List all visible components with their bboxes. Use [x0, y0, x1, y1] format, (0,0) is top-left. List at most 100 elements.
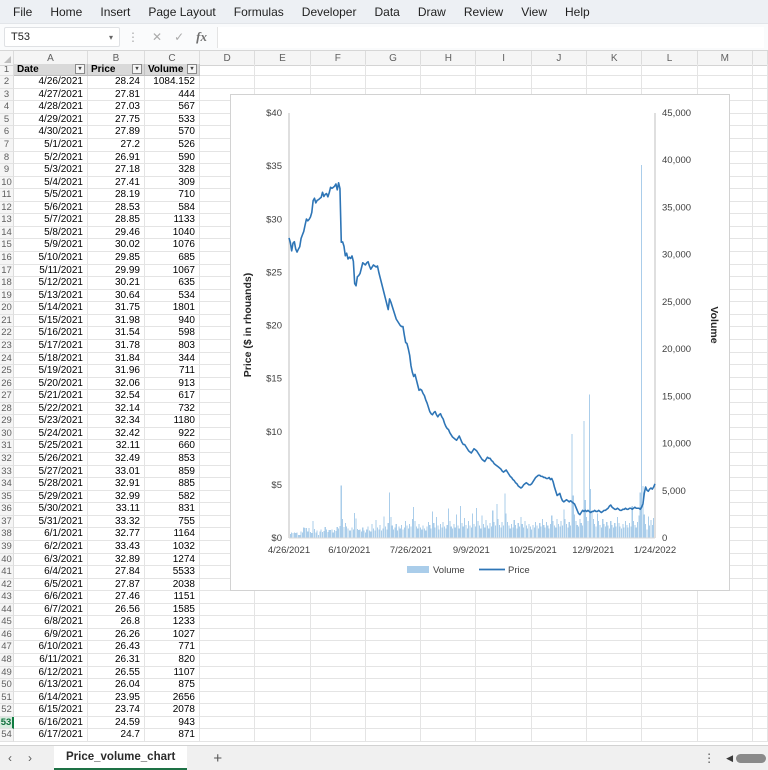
- cell-price[interactable]: 31.84: [88, 352, 145, 366]
- cell-date[interactable]: 6/3/2021: [14, 553, 88, 567]
- cell[interactable]: [587, 76, 643, 89]
- cell[interactable]: [697, 691, 753, 705]
- menu-item-home[interactable]: Home: [41, 0, 91, 24]
- cell[interactable]: [752, 289, 768, 303]
- cell[interactable]: [200, 63, 256, 77]
- prev-sheet-icon[interactable]: ‹: [0, 751, 20, 765]
- cell-volume[interactable]: 1084.152: [145, 76, 200, 89]
- cell-volume[interactable]: 685: [145, 252, 200, 265]
- cell-volume[interactable]: 2078: [145, 704, 200, 717]
- cell[interactable]: [752, 302, 768, 315]
- cell[interactable]: [476, 603, 532, 617]
- cell-price[interactable]: 31.98: [88, 314, 145, 328]
- cell[interactable]: [752, 252, 768, 265]
- cell[interactable]: [200, 666, 256, 680]
- row-header-8[interactable]: 8: [0, 151, 14, 165]
- cell[interactable]: [310, 603, 366, 617]
- cell-date[interactable]: 5/8/2021: [14, 226, 88, 240]
- cell[interactable]: [752, 503, 768, 516]
- cell-volume[interactable]: 940: [145, 314, 200, 328]
- cell-date[interactable]: 6/15/2021: [14, 704, 88, 717]
- row-header-25[interactable]: 25: [0, 365, 14, 378]
- row-header-26[interactable]: 26: [0, 377, 14, 391]
- cell[interactable]: [255, 654, 311, 667]
- cell-date[interactable]: 4/28/2021: [14, 101, 88, 114]
- cell-date[interactable]: 6/8/2021: [14, 616, 88, 629]
- cell[interactable]: [421, 729, 477, 742]
- cell[interactable]: [421, 691, 477, 705]
- cell[interactable]: [531, 716, 588, 730]
- cell-date[interactable]: 5/15/2021: [14, 314, 88, 328]
- cell-price[interactable]: 32.14: [88, 402, 145, 416]
- cell[interactable]: [365, 654, 422, 667]
- cell[interactable]: [255, 666, 311, 680]
- cell[interactable]: [752, 264, 768, 278]
- fx-icon[interactable]: fx: [190, 29, 213, 45]
- cell[interactable]: [587, 628, 643, 642]
- cell-price[interactable]: 27.89: [88, 126, 145, 139]
- cell-price[interactable]: 27.84: [88, 566, 145, 579]
- row-header-22[interactable]: 22: [0, 327, 14, 340]
- cell[interactable]: [697, 704, 753, 717]
- cell-volume[interactable]: 590: [145, 151, 200, 165]
- cell[interactable]: [752, 377, 768, 391]
- cell[interactable]: [642, 679, 698, 692]
- cell-date[interactable]: 5/19/2021: [14, 365, 88, 378]
- cell[interactable]: [310, 729, 366, 742]
- cell[interactable]: [752, 101, 768, 114]
- cell[interactable]: [365, 63, 422, 77]
- cell-date[interactable]: 5/16/2021: [14, 327, 88, 340]
- row-header-52[interactable]: 52: [0, 704, 14, 717]
- cell-date[interactable]: 5/31/2021: [14, 515, 88, 529]
- cell-price[interactable]: 26.91: [88, 151, 145, 165]
- cell[interactable]: [752, 239, 768, 252]
- cell-price[interactable]: 26.31: [88, 654, 145, 667]
- cell-date[interactable]: 6/7/2021: [14, 603, 88, 617]
- filter-button[interactable]: ▾: [132, 64, 142, 75]
- row-header-3[interactable]: 3: [0, 88, 14, 102]
- cell[interactable]: [752, 176, 768, 190]
- cell-date[interactable]: 4/29/2021: [14, 113, 88, 127]
- cell-price[interactable]: 27.18: [88, 164, 145, 177]
- cell[interactable]: [642, 716, 698, 730]
- row-header-13[interactable]: 13: [0, 214, 14, 227]
- cell[interactable]: [642, 691, 698, 705]
- cell[interactable]: [310, 704, 366, 717]
- cell-price[interactable]: 29.99: [88, 264, 145, 278]
- cell[interactable]: [752, 113, 768, 127]
- cell[interactable]: [697, 76, 753, 89]
- cell[interactable]: [531, 63, 588, 77]
- cell[interactable]: [752, 666, 768, 680]
- cell[interactable]: [697, 666, 753, 680]
- hscrollbar-thumb[interactable]: [736, 753, 766, 763]
- cell-price[interactable]: 32.99: [88, 490, 145, 504]
- row-header-39[interactable]: 39: [0, 540, 14, 554]
- cell-volume[interactable]: 570: [145, 126, 200, 139]
- cell-date[interactable]: 5/1/2021: [14, 138, 88, 152]
- cell-volume[interactable]: 871: [145, 729, 200, 742]
- cell[interactable]: [310, 628, 366, 642]
- cell-price[interactable]: 33.11: [88, 503, 145, 516]
- filter-button[interactable]: ▾: [187, 64, 197, 75]
- cell[interactable]: [752, 402, 768, 416]
- cell-price[interactable]: 27.41: [88, 176, 145, 190]
- row-header-42[interactable]: 42: [0, 578, 14, 592]
- sheet-tab-active[interactable]: Price_volume_chart: [54, 746, 188, 770]
- row-header-4[interactable]: 4: [0, 101, 14, 114]
- cell[interactable]: [752, 540, 768, 554]
- cell[interactable]: [531, 704, 588, 717]
- cell[interactable]: [531, 654, 588, 667]
- cell-price[interactable]: 31.96: [88, 365, 145, 378]
- cell-date[interactable]: 5/28/2021: [14, 478, 88, 491]
- cell[interactable]: [476, 616, 532, 629]
- cell[interactable]: [200, 616, 256, 629]
- cell[interactable]: [531, 729, 588, 742]
- cell-price[interactable]: 24.59: [88, 716, 145, 730]
- row-header-36[interactable]: 36: [0, 503, 14, 516]
- cell[interactable]: [752, 465, 768, 479]
- formula-input[interactable]: [216, 26, 764, 48]
- cell[interactable]: [752, 277, 768, 290]
- table-header-date[interactable]: Date ▾: [14, 63, 88, 77]
- cell-price[interactable]: 28.53: [88, 201, 145, 215]
- cell[interactable]: [200, 641, 256, 654]
